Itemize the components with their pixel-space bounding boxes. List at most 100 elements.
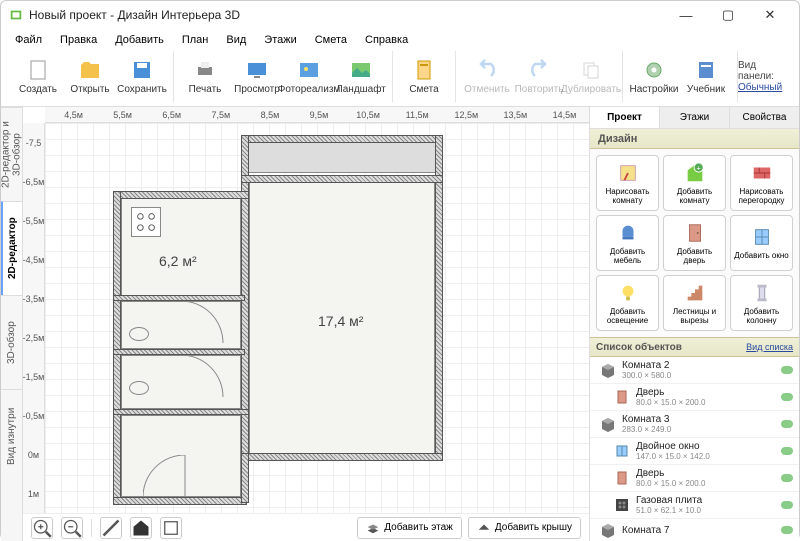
list-item[interactable]: Комната 3283.0 × 249.0: [590, 411, 799, 438]
draw-partition-button[interactable]: Нарисовать перегородку: [730, 155, 793, 211]
minimize-button[interactable]: ―: [665, 1, 707, 29]
object-list[interactable]: Комната 2300.0 × 580.0Дверь80.0 × 15.0 ×…: [590, 357, 799, 541]
tutorial-button[interactable]: Учебник: [680, 53, 732, 101]
menu-estimate[interactable]: Смета: [307, 32, 355, 48]
photorealism-button[interactable]: Фотореализм: [283, 53, 335, 101]
visibility-toggle[interactable]: [781, 501, 793, 509]
viewpanel-mode-link[interactable]: Обычный: [738, 82, 782, 93]
door-arc-icon: [181, 301, 229, 349]
photo-icon: [297, 58, 321, 82]
object-dimensions: 300.0 × 580.0: [622, 371, 775, 380]
right-panel: Проект Этажи Свойства Дизайн Нарисовать …: [589, 107, 799, 541]
landscape-icon: [349, 58, 373, 82]
window-icon: [614, 443, 630, 459]
list-item[interactable]: Двойное окно147.0 × 15.0 × 142.0: [590, 438, 799, 465]
menu-add[interactable]: Добавить: [107, 32, 172, 48]
home-button[interactable]: [130, 517, 152, 539]
preview-button[interactable]: Просмотр: [231, 53, 283, 101]
ruler-left: -7,5-6,5м-5,5м-4,5м-3,5м-2,5м-1,5м-0,5м0…: [23, 123, 45, 513]
stove-icon: [614, 497, 630, 513]
menu-view[interactable]: Вид: [218, 32, 254, 48]
object-list-header: Список объектов Вид списка: [590, 337, 799, 357]
create-button[interactable]: Создать: [12, 53, 64, 101]
list-item[interactable]: Дверь80.0 × 15.0 × 200.0: [590, 465, 799, 492]
settings-button[interactable]: Настройки: [628, 53, 680, 101]
add-room-icon: +: [684, 162, 706, 184]
measure-button[interactable]: [100, 517, 122, 539]
object-dimensions: 147.0 × 15.0 × 142.0: [636, 452, 775, 461]
add-door-button[interactable]: Добавить дверь: [663, 215, 726, 271]
zoom-out-button[interactable]: [61, 517, 83, 539]
reset-view-button[interactable]: [160, 517, 182, 539]
right-tabs: Проект Этажи Свойства: [590, 107, 799, 129]
design-header: Дизайн: [590, 129, 799, 149]
tab-project[interactable]: Проект: [590, 107, 660, 128]
close-button[interactable]: ✕: [749, 1, 791, 29]
menu-file[interactable]: Файл: [7, 32, 50, 48]
printer-icon: [193, 58, 217, 82]
menu-floors[interactable]: Этажи: [256, 32, 304, 48]
tab-2d-editor[interactable]: 2D-редактор: [1, 201, 22, 295]
list-item[interactable]: Дверь80.0 × 15.0 × 200.0: [590, 384, 799, 411]
menu-edit[interactable]: Правка: [52, 32, 105, 48]
room-area-2: 17,4 м²: [318, 313, 363, 329]
redo-button[interactable]: Повторить: [513, 53, 565, 101]
list-item[interactable]: Газовая плита51.0 × 62.1 × 10.0: [590, 492, 799, 519]
estimate-button[interactable]: Смета: [398, 53, 450, 101]
tab-3d-view[interactable]: 3D-обзор: [1, 295, 22, 389]
stairs-icon: [684, 282, 706, 304]
add-window-button[interactable]: Добавить окно: [730, 215, 793, 271]
ruler-top: 4,5м5,5м6,5м7,5м8,5м9,5м10,5м11,5м12,5м1…: [45, 107, 589, 123]
landscape-button[interactable]: Ландшафт: [335, 53, 387, 101]
tab-inside-view[interactable]: Вид изнутри: [1, 389, 22, 483]
undo-button[interactable]: Отменить: [461, 53, 513, 101]
app-icon: [9, 8, 23, 22]
canvas-footer: Добавить этаж Добавить крышу: [23, 513, 589, 541]
object-dimensions: 283.0 × 249.0: [622, 425, 775, 434]
menu-help[interactable]: Справка: [357, 32, 416, 48]
door-icon: [614, 470, 630, 486]
add-furniture-button[interactable]: Добавить мебель: [596, 215, 659, 271]
list-item[interactable]: Комната 2300.0 × 580.0: [590, 357, 799, 384]
floorplan[interactable]: 17,4 м² 6,2 м²: [113, 135, 443, 503]
column-icon: [751, 282, 773, 304]
add-lighting-button[interactable]: Добавить освещение: [596, 275, 659, 331]
monitor-icon: [245, 58, 269, 82]
print-button[interactable]: Печать: [179, 53, 231, 101]
visibility-toggle[interactable]: [781, 526, 793, 534]
save-button[interactable]: Сохранить: [116, 53, 168, 101]
maximize-button[interactable]: ▢: [707, 1, 749, 29]
visibility-toggle[interactable]: [781, 447, 793, 455]
duplicate-button[interactable]: Дублировать: [565, 53, 617, 101]
visibility-toggle[interactable]: [781, 393, 793, 401]
tab-2d-3d[interactable]: 2D-редактор и 3D-обзор: [1, 107, 22, 201]
tab-properties[interactable]: Свойства: [730, 107, 799, 128]
new-file-icon: [26, 58, 50, 82]
toilet-icon: [129, 327, 149, 341]
stairs-button[interactable]: Лестницы и вырезы: [663, 275, 726, 331]
draw-room-button[interactable]: Нарисовать комнату: [596, 155, 659, 211]
visibility-toggle[interactable]: [781, 366, 793, 374]
svg-text:+: +: [696, 163, 700, 172]
add-roof-button[interactable]: Добавить крышу: [468, 517, 581, 539]
add-room-button[interactable]: +Добавить комнату: [663, 155, 726, 211]
door-icon: [614, 389, 630, 405]
duplicate-icon: [579, 58, 603, 82]
canvas[interactable]: 4,5м5,5м6,5м7,5м8,5м9,5м10,5м11,5м12,5м1…: [23, 107, 589, 541]
list-item[interactable]: Комната 7: [590, 519, 799, 541]
object-name: Дверь: [636, 468, 775, 479]
zoom-in-button[interactable]: [31, 517, 53, 539]
design-grid: Нарисовать комнату +Добавить комнату Нар…: [590, 149, 799, 337]
add-floor-button[interactable]: Добавить этаж: [357, 517, 462, 539]
list-viewmode-link[interactable]: Вид списка: [746, 342, 793, 352]
tab-floors[interactable]: Этажи: [660, 107, 730, 128]
viewport[interactable]: 17,4 м² 6,2 м²: [45, 123, 589, 513]
save-icon: [130, 58, 154, 82]
visibility-toggle[interactable]: [781, 420, 793, 428]
visibility-toggle[interactable]: [781, 474, 793, 482]
open-button[interactable]: Открыть: [64, 53, 116, 101]
object-name: Комната 2: [622, 360, 775, 371]
add-column-button[interactable]: Добавить колонну: [730, 275, 793, 331]
object-name: Комната 3: [622, 414, 775, 425]
menu-plan[interactable]: План: [174, 32, 217, 48]
